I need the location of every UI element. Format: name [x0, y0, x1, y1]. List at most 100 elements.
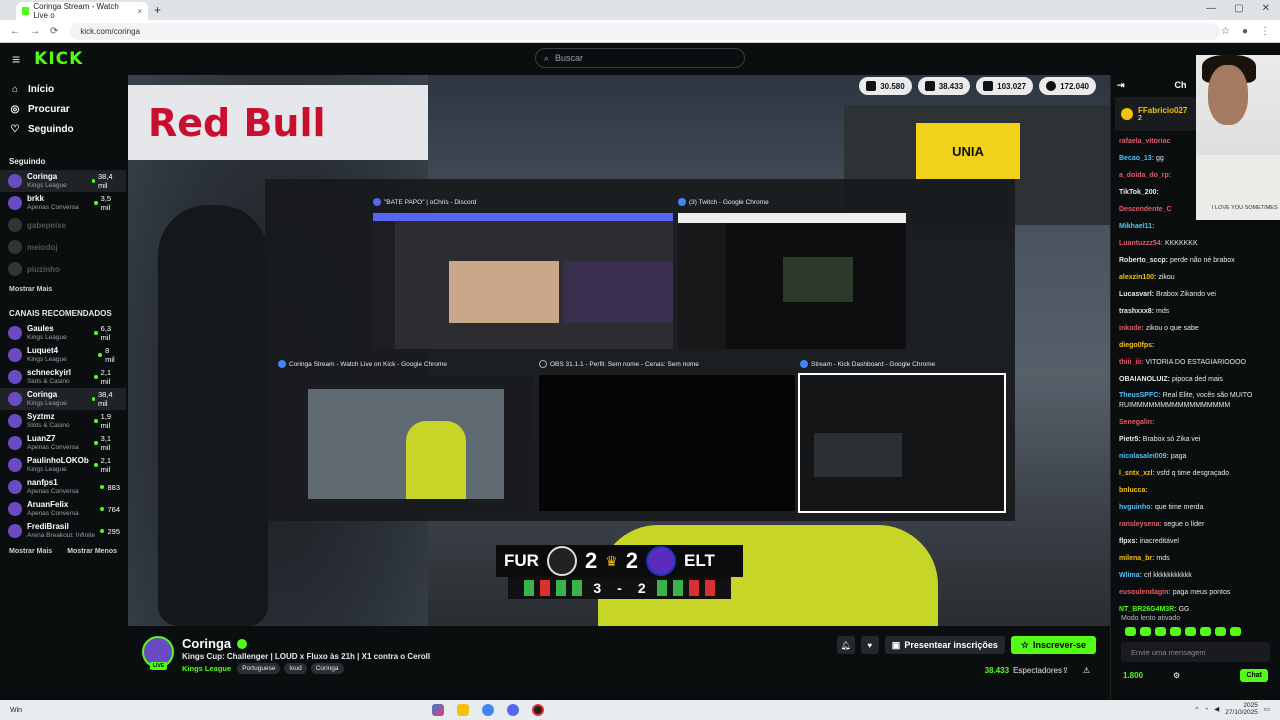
chat-username[interactable]: l_sntx_xzl:: [1119, 470, 1155, 477]
switcher-window-obs[interactable]: OBS 31.1.1 - Perfil: Sem nome - Cenas: S…: [539, 360, 795, 511]
nav-following[interactable]: ♡ Seguindo: [0, 119, 126, 139]
chat-username[interactable]: inkode:: [1119, 325, 1144, 332]
chat-username[interactable]: Wlima:: [1119, 572, 1142, 579]
chat-username[interactable]: milena_br:: [1119, 555, 1154, 562]
tag[interactable]: loud: [284, 663, 307, 674]
maximize-button[interactable]: ▢: [1234, 3, 1243, 14]
chat-username[interactable]: Lucasvarl:: [1119, 291, 1154, 298]
subscribe-button[interactable]: ☆ Inscrever-se: [1010, 636, 1096, 654]
emote-icon[interactable]: [1140, 627, 1151, 636]
chat-input[interactable]: Envie uma mensagem: [1121, 642, 1270, 662]
channel-item[interactable]: brkk Apenas Conversa 3,5 mil: [0, 192, 126, 214]
switcher-window-kick[interactable]: Coringa Stream - Watch Live on Kick - Go…: [278, 360, 534, 511]
back-icon[interactable]: ←: [10, 26, 20, 37]
emote-icon[interactable]: [1200, 627, 1211, 636]
channel-item[interactable]: AruanFelix Apenas Conversa 764: [0, 498, 126, 520]
channel-item[interactable]: LuanZ7 Apenas Conversa 3,1 mil: [0, 432, 126, 454]
chat-username[interactable]: alexzin100:: [1119, 274, 1156, 281]
chat-username[interactable]: TikTok_200:: [1119, 189, 1159, 196]
bookmark-star-icon[interactable]: ☆: [1221, 26, 1230, 37]
chat-username[interactable]: bnlucca:: [1119, 487, 1148, 494]
notifications-icon[interactable]: ▭: [1264, 705, 1270, 713]
follow-heart-icon[interactable]: ♥: [860, 636, 879, 654]
emote-icon[interactable]: [1215, 627, 1226, 636]
start-button[interactable]: Win: [10, 707, 22, 714]
channel-item[interactable]: Gaules Kings League 6,3 mil: [0, 322, 126, 344]
tag[interactable]: Portuguese: [237, 663, 281, 674]
clock[interactable]: 2025 27/10/2025: [1225, 702, 1258, 716]
channel-points[interactable]: 1.800: [1123, 671, 1143, 680]
show-less-recommended[interactable]: Mostrar Menos: [67, 548, 117, 555]
new-tab-button[interactable]: +: [154, 3, 161, 17]
chat-username[interactable]: Mikhael11:: [1119, 223, 1154, 230]
obs-icon[interactable]: [532, 704, 544, 716]
show-more-following[interactable]: Mostrar Mais: [9, 286, 52, 293]
channel-item[interactable]: FrediBrasil Arena Breakout: Infinite 295: [0, 520, 126, 542]
reload-icon[interactable]: ⟳: [50, 26, 58, 37]
emote-icon[interactable]: [1125, 627, 1136, 636]
kick-logo[interactable]: KICK: [34, 49, 83, 69]
browser-tab[interactable]: Coringa Stream - Watch Live o ×: [16, 2, 148, 20]
channel-item[interactable]: PaulinhoLOKObr Kings League 2,1 mil: [0, 454, 126, 476]
nav-browse[interactable]: ◎ Procurar: [0, 99, 126, 119]
stream-category[interactable]: Kings League: [182, 664, 231, 673]
close-window-button[interactable]: ✕: [1262, 3, 1270, 14]
copilot-icon[interactable]: [432, 704, 444, 716]
chat-username[interactable]: rafaela_vitoriac: [1119, 138, 1170, 145]
channel-item[interactable]: Coringa Kings League 38,4 mil: [0, 170, 126, 192]
emote-icon[interactable]: [1185, 627, 1196, 636]
chat-username[interactable]: NT_BR26G4M3R:: [1119, 606, 1177, 613]
menu-icon[interactable]: ≡: [12, 51, 20, 67]
gift-subs-button[interactable]: ▣ Presentear inscrições: [884, 636, 1005, 654]
chat-username[interactable]: Pietr5:: [1119, 436, 1141, 443]
settings-gear-icon[interactable]: ⚙: [1173, 671, 1180, 680]
chat-username[interactable]: OBAIANOLUIZ:: [1119, 376, 1170, 383]
profile-icon[interactable]: ●: [1242, 26, 1248, 37]
channel-item[interactable]: Luquet4 Kings League 8 mil: [0, 344, 126, 366]
chat-username[interactable]: Descendente_C: [1119, 206, 1172, 213]
channel-item[interactable]: schneckyirl Slots & Casino 2,1 mil: [0, 366, 126, 388]
url-field[interactable]: kick.com/coringa: [70, 22, 1221, 40]
chat-username[interactable]: Roberto_sccp:: [1119, 257, 1168, 264]
close-tab-icon[interactable]: ×: [137, 7, 142, 16]
emote-icon[interactable]: [1155, 627, 1166, 636]
chrome-icon[interactable]: [482, 704, 494, 716]
channel-item[interactable]: Coringa Kings League 38,4 mil: [0, 388, 126, 410]
chat-username[interactable]: a_doida_do_rp:: [1119, 172, 1171, 179]
channel-item[interactable]: piuzinho: [0, 258, 126, 280]
tray-chevron-icon[interactable]: ^: [1195, 706, 1198, 713]
chat-username[interactable]: diego0fps:: [1119, 342, 1154, 349]
notification-bell-icon[interactable]: 🔔︎: [836, 636, 855, 654]
collapse-chat-icon[interactable]: ⇥: [1117, 80, 1125, 91]
channel-item[interactable]: nanfps1 Apenas Conversa 883: [0, 476, 126, 498]
minimize-button[interactable]: —: [1206, 3, 1216, 14]
channel-item[interactable]: Syztmz Slots & Casino 1,9 mil: [0, 410, 126, 432]
channel-item[interactable]: gabepeixe: [0, 214, 126, 236]
channel-item[interactable]: meiodoj: [0, 236, 126, 258]
chat-username[interactable]: ransleysena:: [1119, 521, 1162, 528]
switcher-window-dashboard[interactable]: Stream - Kick Dashboard - Google Chrome: [798, 360, 1006, 513]
chat-username[interactable]: hvguinho:: [1119, 504, 1153, 511]
chat-username[interactable]: TheusSPFC:: [1119, 392, 1161, 399]
emote-icon[interactable]: [1230, 627, 1241, 636]
emote-icon[interactable]: [1170, 627, 1181, 636]
browser-menu-icon[interactable]: ⋮: [1260, 26, 1270, 37]
streamer-name[interactable]: Coringa: [182, 636, 231, 651]
chat-username[interactable]: Becao_13:: [1119, 155, 1154, 162]
nav-home[interactable]: ⌂ Início: [0, 79, 126, 99]
chat-username[interactable]: trashxxx8:: [1119, 308, 1154, 315]
chat-username[interactable]: eusoulendagin:: [1119, 589, 1171, 596]
tag[interactable]: Coringa: [310, 663, 344, 674]
switcher-window-twitch[interactable]: (3) Twitch - Google Chrome: [678, 198, 906, 349]
folder-icon[interactable]: [457, 704, 469, 716]
chat-username[interactable]: thiii_iii:: [1119, 359, 1144, 366]
chat-username[interactable]: flpxs:: [1119, 538, 1138, 545]
volume-icon[interactable]: ◀: [1214, 705, 1219, 713]
chat-username[interactable]: Senegalin:: [1119, 419, 1154, 426]
switcher-window-discord[interactable]: "BATE PAPO" | oChris - Discord: [373, 198, 673, 349]
show-more-recommended[interactable]: Mostrar Mais: [9, 548, 52, 555]
wifi-icon[interactable]: ◔: [1204, 706, 1208, 713]
discord-icon[interactable]: [507, 704, 519, 716]
chat-username[interactable]: Luantuzzz54:: [1119, 240, 1163, 247]
report-icon[interactable]: ⚠: [1083, 666, 1090, 675]
